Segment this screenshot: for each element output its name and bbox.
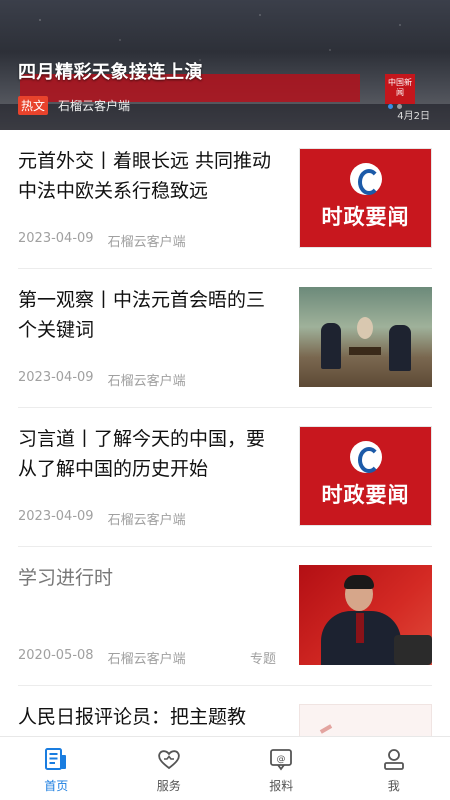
hero-banner[interactable]: 中国新闻 四月精彩天象接连上演 热文 石榴云客户端 4月2日 [0,0,450,130]
article-title[interactable]: 人民日报评论员：把主题教 [18,702,280,732]
news-logo-icon [350,441,382,473]
news-list-item[interactable]: 习言道丨了解今天的中国，要从了解中国的历史开始 2023-04-09 石榴云客户… [18,408,432,547]
article-thumbnail[interactable]: 时政要闻 [299,148,432,248]
portrait-hair [344,575,374,589]
article-source: 石榴云客户端 [107,513,186,528]
news-list-item[interactable]: 学习进行时 2020-05-08 石榴云客户端 专题 [18,547,432,686]
home-news-icon [42,745,70,773]
svg-text:@: @ [277,755,286,765]
article-meta: 2023-04-09 石榴云客户端 [18,509,186,528]
tab-home[interactable]: 首页 [0,737,113,800]
video-date: 4月2日 [397,111,430,122]
user-icon [380,745,408,773]
news-logo-icon [350,163,382,195]
heart-service-icon [155,745,183,773]
article-date: 2020-05-08 [18,648,94,663]
hero-source: 石榴云客户端 [58,99,131,113]
hot-tag-badge: 热文 [18,96,49,115]
photo-table [349,347,381,355]
tab-label: 报料 [269,779,294,793]
china-news-logo: 中国新闻 [385,74,415,104]
topic-badge: 专题 [250,652,277,667]
tab-report[interactable]: @ 报料 [225,737,338,800]
news-list-item[interactable]: 元首外交丨着眼长远 共同推动中法中欧关系行稳致远 2023-04-09 石榴云客… [18,130,432,269]
tab-label: 我 [387,779,400,793]
article-meta: 2023-04-09 石榴云客户端 [18,370,186,389]
article-date: 2023-04-09 [18,509,94,524]
microphones [394,635,432,665]
tab-services[interactable]: 服务 [113,737,226,800]
portrait-tie [356,613,364,643]
article-date: 2023-04-09 [18,370,94,385]
thumbnail-caption: 时政要闻 [321,205,410,229]
article-meta: 2020-05-08 石榴云客户端 [18,648,186,667]
article-thumbnail[interactable] [299,565,432,665]
report-chat-icon: @ [267,745,295,773]
thumbnail-graphic [319,724,333,734]
carousel-dot-active[interactable] [388,104,393,109]
article-source: 石榴云客户端 [107,652,186,667]
article-source: 石榴云客户端 [107,374,186,389]
article-title[interactable]: 第一观察丨中法元首会晤的三个关键词 [18,285,280,345]
article-title[interactable]: 习言道丨了解今天的中国，要从了解中国的历史开始 [18,424,280,484]
article-thumbnail[interactable]: 时政要闻 [299,426,432,526]
news-list-item[interactable]: 第一观察丨中法元首会晤的三个关键词 2023-04-09 石榴云客户端 [18,269,432,408]
photo-person-left [321,323,341,369]
tab-label: 服务 [156,779,181,793]
thumbnail-caption: 时政要闻 [321,483,410,507]
photo-flowers [357,317,373,339]
tab-me[interactable]: 我 [338,737,450,800]
article-title[interactable]: 元首外交丨着眼长远 共同推动中法中欧关系行稳致远 [18,146,280,206]
hero-meta: 热文 石榴云客户端 [18,96,130,115]
article-date: 2023-04-09 [18,231,94,246]
article-source: 石榴云客户端 [107,235,186,250]
tab-label: 首页 [44,779,69,793]
bottom-tab-bar: 首页 服务 @ 报料 我 [0,736,450,800]
hero-title[interactable]: 四月精彩天象接连上演 [18,58,203,84]
article-title[interactable]: 学习进行时 [18,563,280,593]
article-thumbnail[interactable] [299,287,432,387]
article-meta: 2023-04-09 石榴云客户端 [18,231,186,250]
photo-person-right [389,325,411,371]
